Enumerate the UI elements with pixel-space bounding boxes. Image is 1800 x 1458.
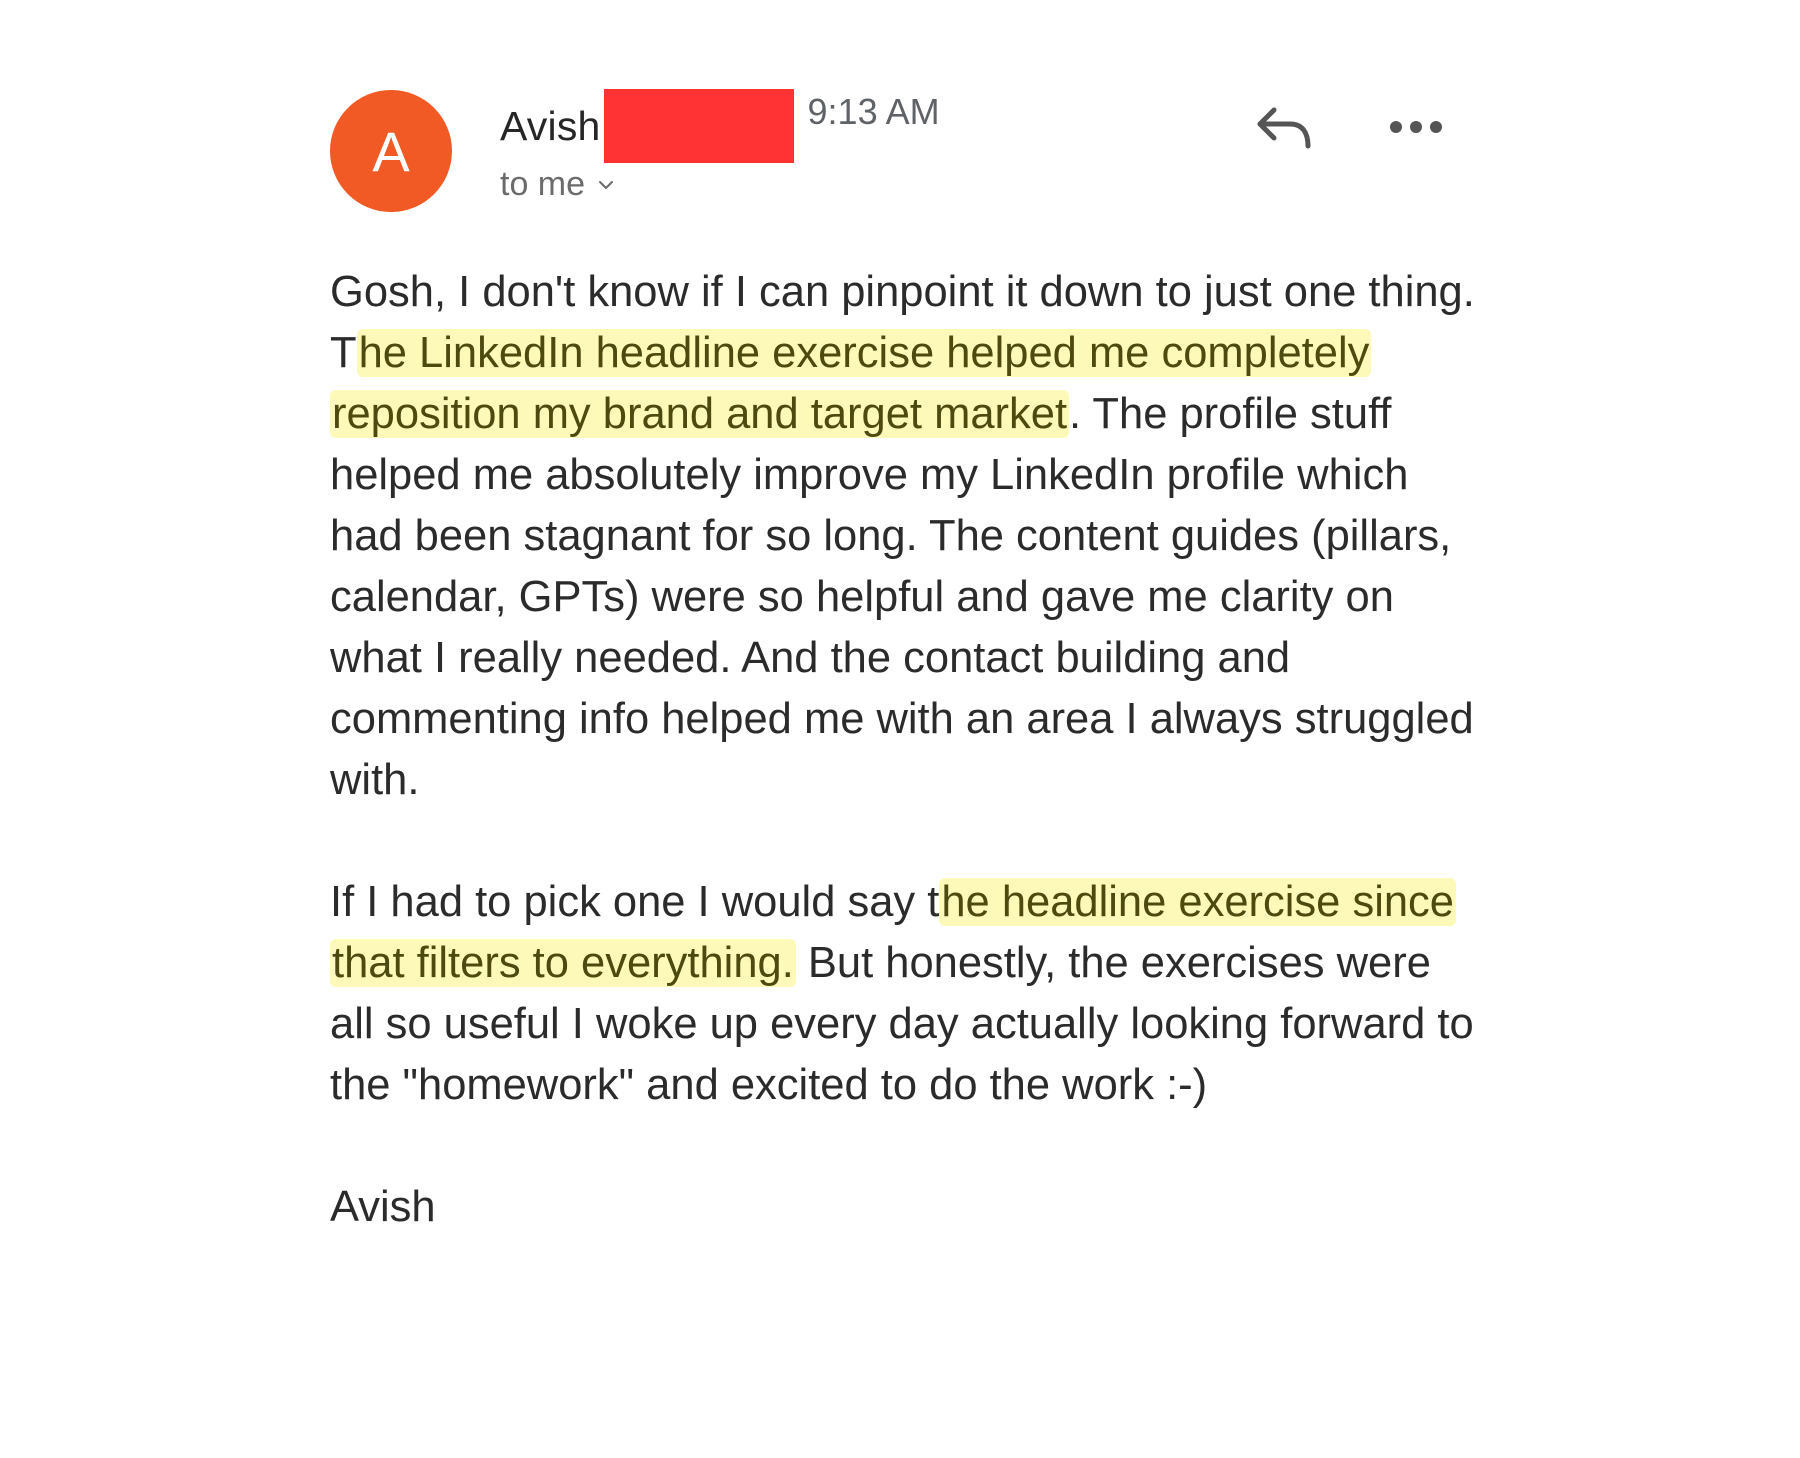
email-body: Gosh, I don't know if I can pinpoint it … [330,262,1480,1238]
recipient-details-toggle[interactable]: to me [500,165,615,204]
body-paragraph-2: If I had to pick one I would say the hea… [330,872,1480,1116]
avatar-letter: A [372,119,410,183]
sender-avatar[interactable]: A [330,90,452,212]
recipient-label: to me [500,165,586,203]
redaction-block [603,89,794,163]
sender-row: Avish 9:13 AM [500,86,940,166]
timestamp: 9:13 AM [807,91,940,132]
more-options-icon[interactable] [1388,112,1444,142]
body-text-segment: If I had to pick one I would say t [330,878,940,926]
email-message: A Avish 9:13 AM to me Gosh, I don't know… [0,0,1800,1458]
body-text-segment: . The profile stuff helped me absolutely… [330,390,1474,804]
chevron-down-icon [599,180,614,189]
sender-name[interactable]: Avish [500,103,601,150]
reply-icon[interactable] [1252,100,1316,156]
signature: Avish [330,1183,436,1231]
body-paragraph-1: Gosh, I don't know if I can pinpoint it … [330,262,1480,811]
